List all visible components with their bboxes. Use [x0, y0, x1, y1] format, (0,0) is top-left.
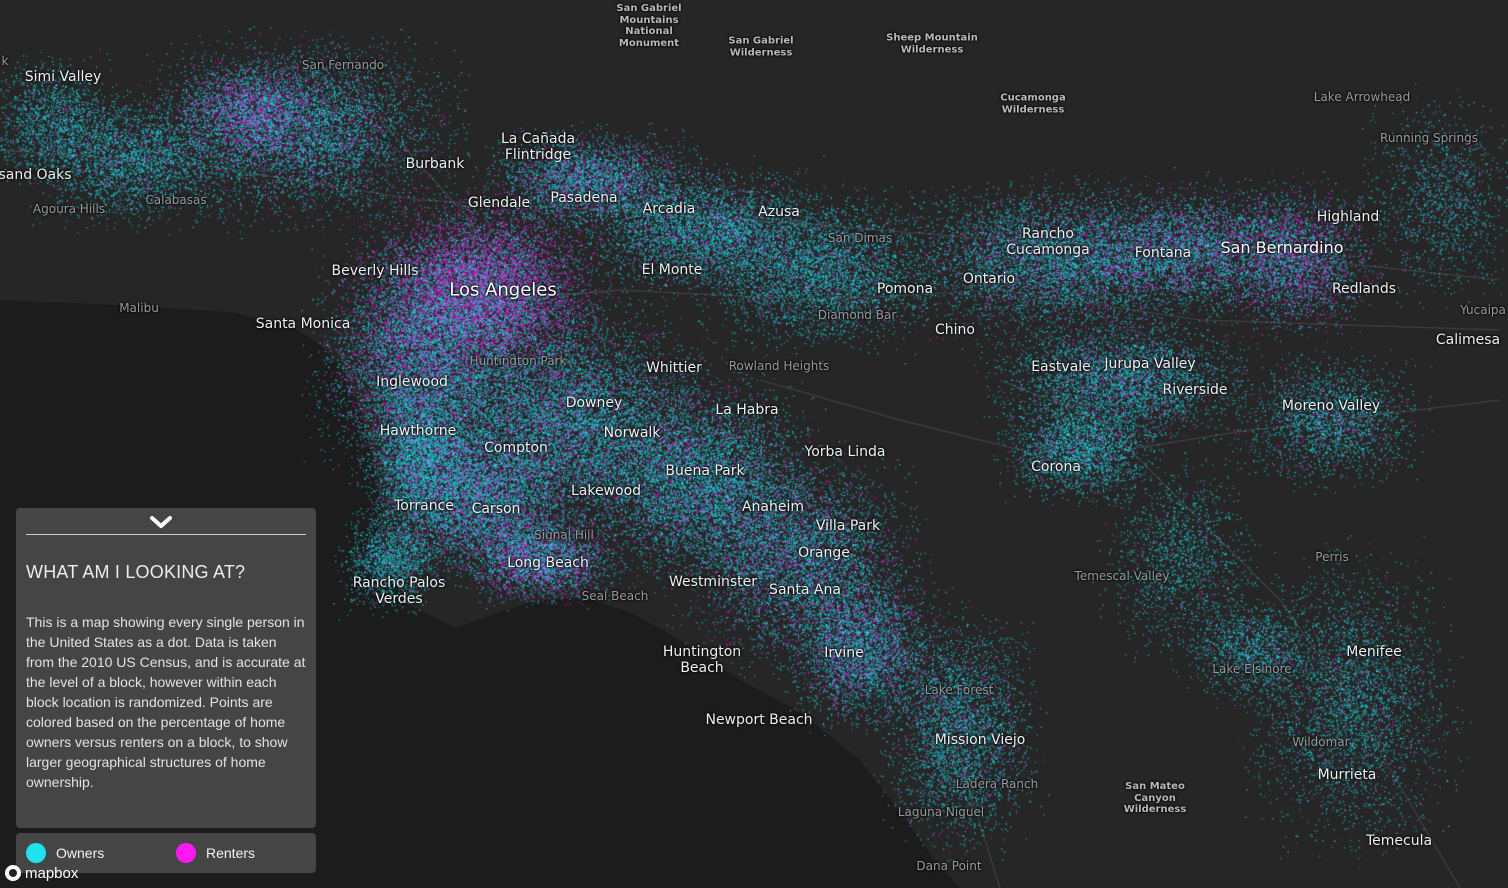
- panel-title: WHAT AM I LOOKING AT?: [26, 562, 246, 582]
- panel-divider: [26, 534, 306, 535]
- owners-swatch: [26, 843, 46, 863]
- mapbox-logo-text: mapbox: [25, 865, 79, 882]
- owners-label: Owners: [56, 845, 105, 861]
- panel-description: This is a map showing every single perso…: [26, 614, 306, 790]
- renters-label: Renters: [206, 845, 256, 861]
- chevron-down-icon[interactable]: [146, 512, 176, 534]
- info-panel: WHAT AM I LOOKING AT? This is a map show…: [16, 508, 316, 828]
- renters-swatch: [176, 843, 196, 863]
- mapbox-attribution[interactable]: mapbox: [5, 865, 78, 885]
- mapbox-logo-icon: [5, 865, 21, 881]
